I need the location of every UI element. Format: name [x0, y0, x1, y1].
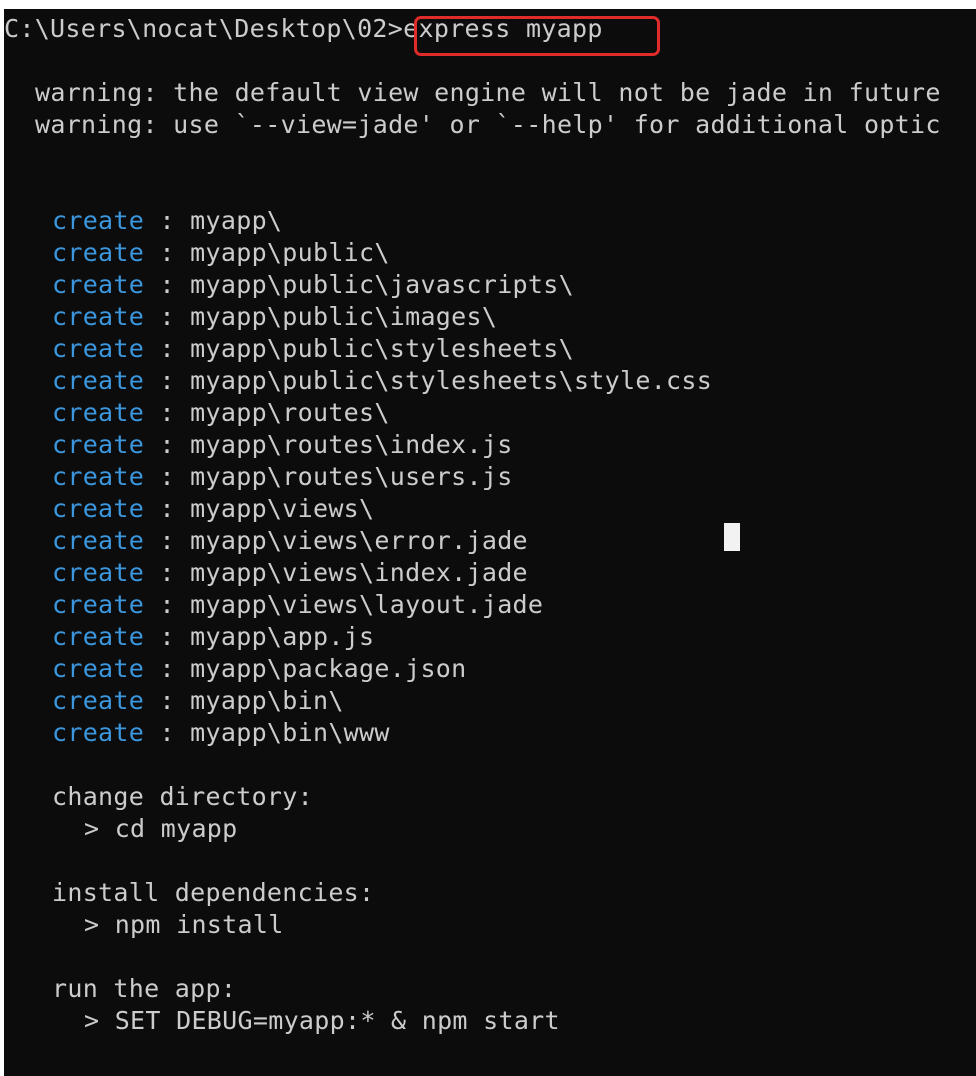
create-keyword: create [52, 270, 145, 299]
install-dependencies-label: install dependencies: [52, 878, 375, 907]
created-path: : myapp\views\index.jade [159, 558, 528, 587]
create-line: create : myapp\bin\ [52, 685, 344, 717]
create-keyword: create [52, 622, 145, 651]
created-path: : myapp\public\ [159, 238, 390, 267]
create-keyword: create [52, 558, 145, 587]
create-line: create : myapp\public\ [52, 237, 390, 269]
create-line: create : myapp\views\index.jade [52, 557, 528, 589]
create-line: create : myapp\public\images\ [52, 301, 497, 333]
warning-line-2: warning: use `--view=jade' or `--help' f… [35, 110, 941, 139]
created-path: : myapp\public\stylesheets\ [159, 334, 574, 363]
command-highlight-box [414, 16, 660, 56]
create-line: create : myapp\public\stylesheets\style.… [52, 365, 712, 397]
warning-line-1: warning: the default view engine will no… [35, 78, 941, 107]
create-keyword: create [52, 302, 145, 331]
run-app-command: > SET DEBUG=myapp:* & npm start [84, 1006, 560, 1035]
change-directory-command: > cd myapp [84, 814, 238, 843]
create-keyword: create [52, 462, 145, 491]
created-path: : myapp\ [159, 206, 283, 235]
create-keyword: create [52, 718, 145, 747]
created-path: : myapp\views\layout.jade [159, 590, 544, 619]
created-path: : myapp\views\ [159, 494, 375, 523]
prompt-path: C:\Users\nocat\Desktop\02> [4, 14, 404, 43]
text-cursor [724, 523, 740, 551]
run-app-label: run the app: [52, 974, 237, 1003]
terminal-window[interactable]: C:\Users\nocat\Desktop\02>express myapp … [4, 9, 976, 1076]
create-keyword: create [52, 206, 145, 235]
created-path: : myapp\bin\ [159, 686, 344, 715]
created-path: : myapp\public\stylesheets\style.css [159, 366, 713, 395]
create-line: create : myapp\views\layout.jade [52, 589, 543, 621]
created-path: : myapp\public\javascripts\ [159, 270, 574, 299]
created-path: : myapp\app.js [159, 622, 375, 651]
install-dependencies-command: > npm install [84, 910, 284, 939]
create-keyword: create [52, 494, 145, 523]
change-directory-label: change directory: [52, 782, 313, 811]
created-path: : myapp\views\error.jade [159, 526, 528, 555]
create-keyword: create [52, 430, 145, 459]
create-keyword: create [52, 526, 145, 555]
create-line: create : myapp\routes\ [52, 397, 390, 429]
created-path: : myapp\package.json [159, 654, 467, 683]
create-keyword: create [52, 334, 145, 363]
create-line: create : myapp\app.js [52, 621, 374, 653]
create-line: create : myapp\ [52, 205, 282, 237]
create-line: create : myapp\public\javascripts\ [52, 269, 574, 301]
created-path: : myapp\routes\ [159, 398, 390, 427]
create-line: create : myapp\routes\users.js [52, 461, 513, 493]
created-path: : myapp\routes\users.js [159, 462, 513, 491]
create-keyword: create [52, 654, 145, 683]
create-line: create : myapp\views\ [52, 493, 374, 525]
create-keyword: create [52, 366, 145, 395]
create-line: create : myapp\package.json [52, 653, 467, 685]
create-line: create : myapp\routes\index.js [52, 429, 513, 461]
created-path: : myapp\routes\index.js [159, 430, 513, 459]
create-line: create : myapp\views\error.jade [52, 525, 528, 557]
created-path: : myapp\public\images\ [159, 302, 498, 331]
create-keyword: create [52, 398, 145, 427]
window-top-border [0, 0, 976, 9]
create-keyword: create [52, 686, 145, 715]
create-keyword: create [52, 590, 145, 619]
create-keyword: create [52, 238, 145, 267]
created-path: : myapp\bin\www [159, 718, 390, 747]
create-line: create : myapp\bin\www [52, 717, 390, 749]
create-line: create : myapp\public\stylesheets\ [52, 333, 574, 365]
